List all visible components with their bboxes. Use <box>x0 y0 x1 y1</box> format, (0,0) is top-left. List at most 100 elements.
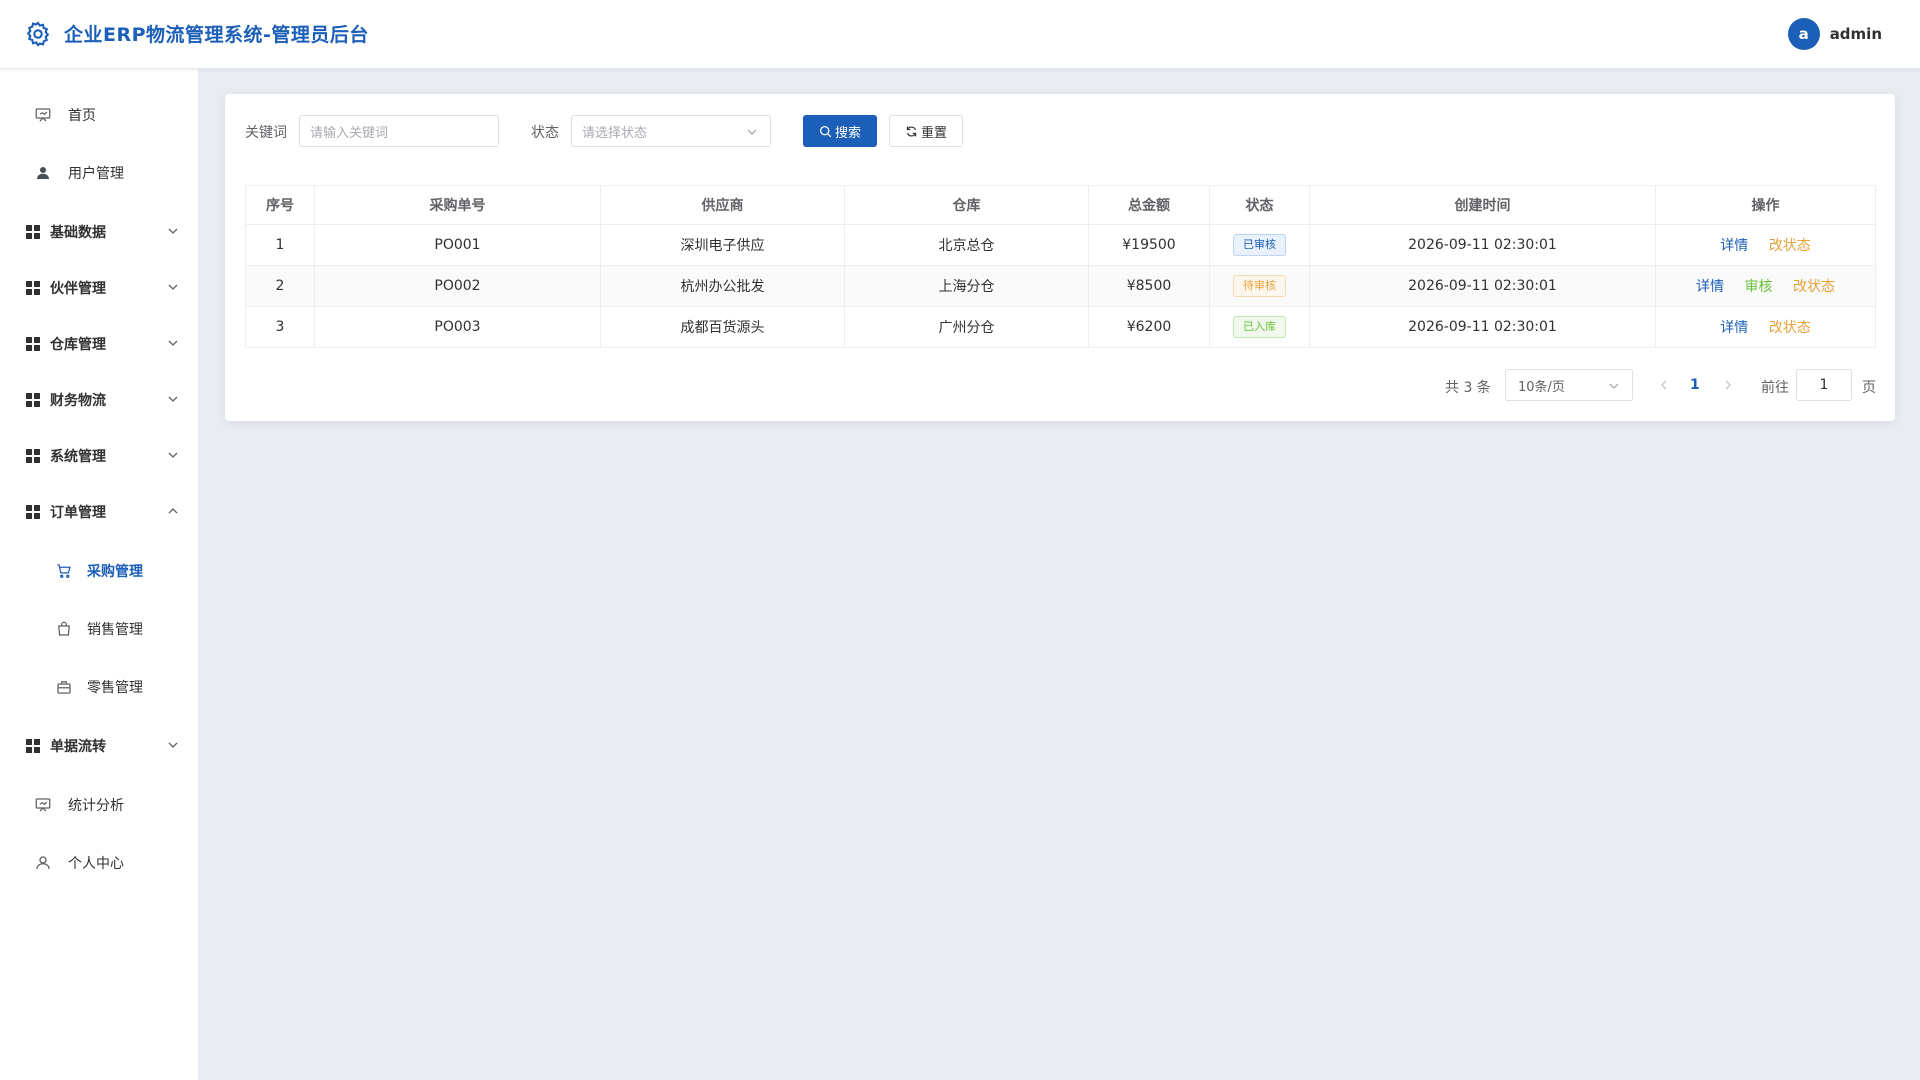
search-button[interactable]: 搜索 <box>803 115 877 147</box>
sidebar-group-documents[interactable]: 单据流转 <box>0 718 199 774</box>
cell-supplier: 杭州办公批发 <box>600 265 845 307</box>
chevron-down-icon <box>168 452 178 458</box>
grid-icon <box>24 279 42 297</box>
detail-link[interactable]: 详情 <box>1720 320 1748 336</box>
search-button-label: 搜索 <box>834 125 861 141</box>
user-menu[interactable]: a admin <box>1787 18 1882 50</box>
purchase-table: 序号 采购单号 供应商 仓库 总金额 状态 创建时间 操作 1 PO001 深圳… <box>245 185 1876 348</box>
sidebar-item-label: 个人中心 <box>68 856 124 872</box>
cell-order-no: PO003 <box>314 306 601 348</box>
shopping-bag-icon <box>55 620 73 638</box>
sidebar-group-label: 财务物流 <box>50 393 106 409</box>
cell-amount: ¥6200 <box>1088 306 1210 348</box>
avatar[interactable]: a <box>1787 18 1820 50</box>
grid-icon <box>24 447 42 465</box>
sidebar: 首页 用户管理 基础数据 伙伴管理 仓库管理 财务物流 系统管理 订单管理 采购… <box>0 69 199 1080</box>
chevron-down-icon <box>168 284 178 290</box>
chevron-up-icon <box>168 508 178 514</box>
detail-link[interactable]: 详情 <box>1720 238 1748 254</box>
status-badge: 待审核 <box>1233 275 1286 297</box>
cell-supplier: 成都百货源头 <box>600 306 845 348</box>
grid-icon <box>24 391 42 409</box>
cell-order-no: PO001 <box>314 224 601 266</box>
page-size-select[interactable]: 10条/页 <box>1505 369 1633 401</box>
sidebar-group-label: 订单管理 <box>50 505 106 521</box>
briefcase-icon <box>55 678 73 696</box>
table-header-row: 序号 采购单号 供应商 仓库 总金额 状态 创建时间 操作 <box>245 185 1876 225</box>
table-row: 3 PO003 成都百货源头 广州分仓 ¥6200 已入库 2026-09-11… <box>245 306 1876 348</box>
keyword-label: 关键词 <box>245 125 287 141</box>
cart-icon <box>55 562 73 580</box>
sidebar-item-profile[interactable]: 个人中心 <box>0 835 199 891</box>
pagination-total: 共 3 条 <box>1445 380 1491 396</box>
user-outline-icon <box>34 854 52 872</box>
column-header: 序号 <box>245 185 315 225</box>
approve-link[interactable]: 审核 <box>1745 279 1773 295</box>
chevron-down-icon <box>747 129 757 135</box>
cell-status: 待审核 <box>1209 265 1310 307</box>
goto-page-input[interactable]: 1 <box>1796 369 1852 401</box>
status-label: 状态 <box>531 125 559 141</box>
purchase-list-card: 关键词 请输入关键词 状态 请选择状态 搜索 重置 序号 采购单号 供应商 仓库… <box>225 94 1895 421</box>
sidebar-item-home[interactable]: 首页 <box>0 87 199 143</box>
chevron-down-icon <box>168 340 178 346</box>
page-number-current[interactable]: 1 <box>1690 377 1700 393</box>
cell-index: 1 <box>245 224 315 266</box>
refresh-icon <box>906 125 917 137</box>
change-status-link[interactable]: 改状态 <box>1769 320 1811 336</box>
top-header: 企业ERP物流管理系统-管理员后台 a admin <box>0 0 1920 69</box>
sidebar-item-label: 用户管理 <box>68 166 124 182</box>
gear-icon <box>26 21 50 47</box>
sidebar-item-label: 统计分析 <box>68 798 124 814</box>
status-placeholder: 请选择状态 <box>582 125 648 141</box>
chevron-down-icon <box>168 396 178 402</box>
reset-button[interactable]: 重置 <box>889 115 963 147</box>
sidebar-group-orders[interactable]: 订单管理 <box>0 484 199 540</box>
sidebar-item-sales[interactable]: 销售管理 <box>0 601 199 657</box>
sidebar-item-label: 采购管理 <box>87 564 143 580</box>
username[interactable]: admin <box>1830 25 1882 43</box>
sidebar-group-system[interactable]: 系统管理 <box>0 428 199 484</box>
detail-link[interactable]: 详情 <box>1696 279 1724 295</box>
sidebar-group-label: 仓库管理 <box>50 337 106 353</box>
sidebar-item-users[interactable]: 用户管理 <box>0 145 199 201</box>
sidebar-group-label: 系统管理 <box>50 449 106 465</box>
prev-page-icon[interactable] <box>1658 379 1670 391</box>
grid-icon <box>24 335 42 353</box>
status-select[interactable]: 请选择状态 <box>571 115 771 147</box>
change-status-link[interactable]: 改状态 <box>1793 279 1835 295</box>
grid-icon <box>24 737 42 755</box>
sidebar-item-label: 首页 <box>68 108 96 124</box>
cell-index: 2 <box>245 265 315 307</box>
sidebar-item-purchase[interactable]: 采购管理 <box>0 543 199 599</box>
cell-created: 2026-09-11 02:30:01 <box>1309 306 1656 348</box>
cell-order-no: PO002 <box>314 265 601 307</box>
status-badge: 已入库 <box>1233 316 1286 338</box>
cell-amount: ¥19500 <box>1088 224 1210 266</box>
sidebar-group-warehouse[interactable]: 仓库管理 <box>0 316 199 372</box>
sidebar-group-partners[interactable]: 伙伴管理 <box>0 260 199 316</box>
column-header: 仓库 <box>844 185 1089 225</box>
column-header: 总金额 <box>1088 185 1210 225</box>
keyword-input[interactable]: 请输入关键词 <box>299 115 499 147</box>
chevron-down-icon <box>1609 383 1619 389</box>
goto-page-value: 1 <box>1819 377 1829 393</box>
sidebar-item-statistics[interactable]: 统计分析 <box>0 777 199 833</box>
next-page-icon[interactable] <box>1722 379 1734 391</box>
cell-amount: ¥8500 <box>1088 265 1210 307</box>
page-suffix-label: 页 <box>1862 380 1876 396</box>
sidebar-group-label: 单据流转 <box>50 739 106 755</box>
sidebar-group-basic-data[interactable]: 基础数据 <box>0 204 199 260</box>
presentation-icon <box>34 796 52 814</box>
column-header: 采购单号 <box>314 185 601 225</box>
goto-label: 前往 <box>1761 380 1789 396</box>
sidebar-item-retail[interactable]: 零售管理 <box>0 659 199 715</box>
change-status-link[interactable]: 改状态 <box>1769 238 1811 254</box>
sidebar-group-finance[interactable]: 财务物流 <box>0 372 199 428</box>
column-header: 供应商 <box>600 185 845 225</box>
app-title: 企业ERP物流管理系统-管理员后台 <box>64 24 369 46</box>
cell-status: 已入库 <box>1209 306 1310 348</box>
column-header: 状态 <box>1209 185 1310 225</box>
cell-status: 已审核 <box>1209 224 1310 266</box>
sidebar-group-label: 伙伴管理 <box>50 281 106 297</box>
